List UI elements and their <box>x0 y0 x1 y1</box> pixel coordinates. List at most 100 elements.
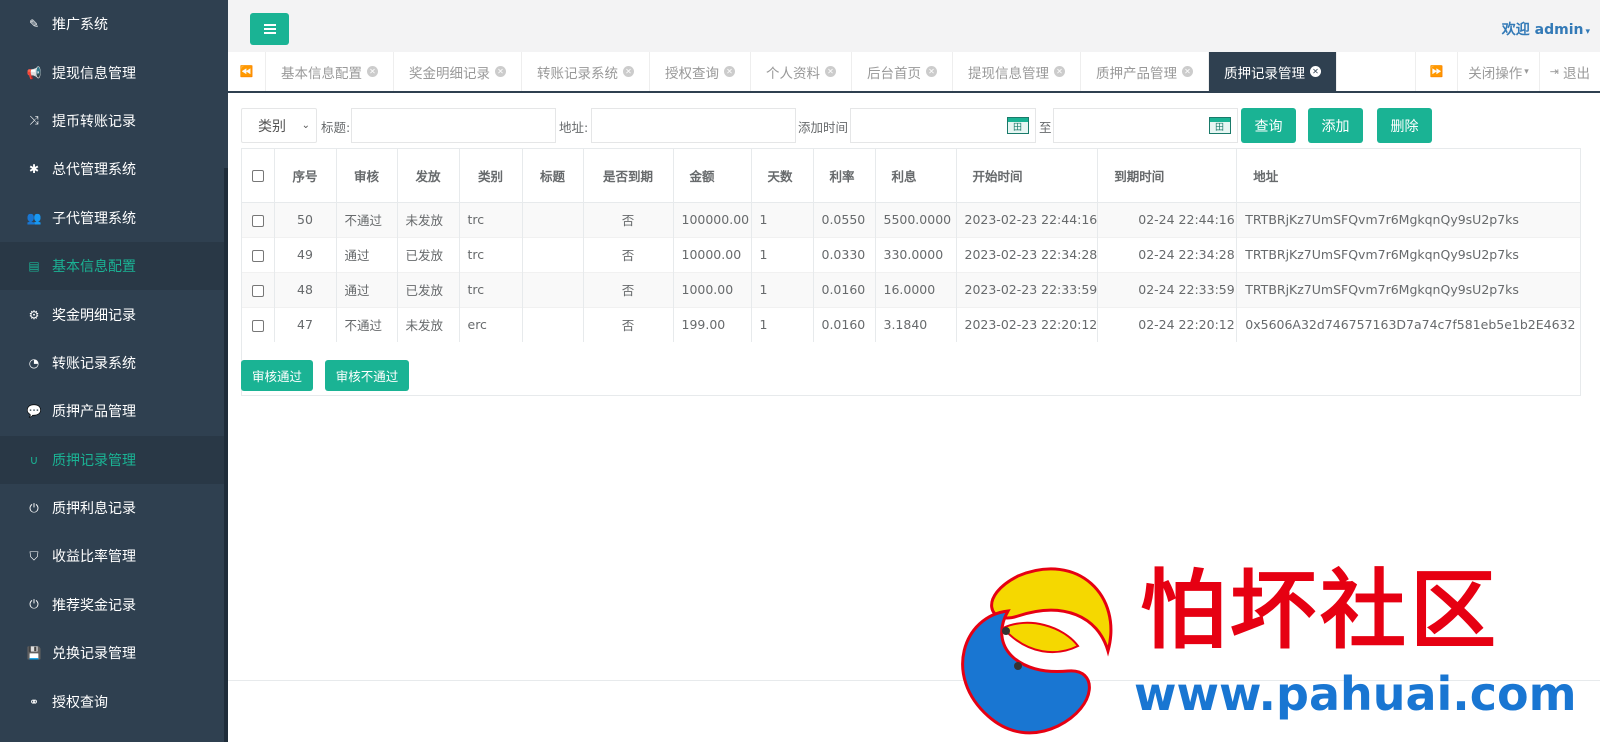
tabs-prev-icon[interactable]: ⏪ <box>228 52 266 91</box>
cell-address: TRTBRjKz7UmSFQvm7r6MgkqnQy9sU2p7ks <box>1236 236 1580 272</box>
save-icon: 💾 <box>26 646 42 661</box>
sidebar-item[interactable]: 📢 提现信息管理 <box>0 48 228 96</box>
table-row[interactable]: 48 通过 已发放 trc 否 1000.00 1 0.0160 16.0000 2023-02-… <box>242 271 1580 307</box>
row-checkbox[interactable] <box>251 319 264 332</box>
table-row[interactable]: 49 通过 已发放 trc 否 10000.00 1 0.0330 330.0000 2023-0… <box>242 236 1580 272</box>
tab[interactable]: 个人资料 ✕ <box>751 52 852 91</box>
welcome-text: 欢迎 admin <box>1501 22 1584 38</box>
menu-toggle-button[interactable] <box>250 13 289 45</box>
sidebar-item[interactable]: ⤨ 提币转账记录 <box>0 97 228 145</box>
tab[interactable]: 转账记录系统 ✕ <box>522 52 650 91</box>
table-row[interactable]: 47 不通过 未发放 erc 否 199.00 1 0.0160 3.1840 2023-02-2… <box>242 306 1580 342</box>
cell-issue: 未发放 <box>397 306 460 342</box>
category-select[interactable]: 类别 ⌄ <box>241 108 317 143</box>
sidebar-item[interactable]: ⏻ 推荐奖金记录 <box>0 581 228 629</box>
address-input[interactable] <box>591 108 796 143</box>
select-all-checkbox[interactable] <box>251 170 264 183</box>
hamburger-icon <box>263 24 276 34</box>
cell-days: 1 <box>751 271 814 307</box>
sidebar-item[interactable]: ▤ 基本信息配置 <box>0 241 228 291</box>
cell-interest: 330.0000 <box>875 236 957 272</box>
close-icon[interactable]: ✕ <box>495 66 506 77</box>
cell-title <box>522 306 584 342</box>
row-checkbox[interactable] <box>251 284 264 297</box>
close-icon[interactable]: ✕ <box>623 66 634 77</box>
sidebar-item[interactable]: 💾 兑换记录管理 <box>0 629 228 677</box>
shield-icon: ⛉ <box>29 548 39 563</box>
sidebar-item[interactable]: ⏻ 质押利息记录 <box>0 484 228 532</box>
close-icon[interactable]: ✕ <box>1054 66 1065 77</box>
binoculars-icon: ⚭ <box>28 694 40 709</box>
sidebar-item[interactable]: 💬 质押产品管理 <box>0 387 228 435</box>
tab[interactable]: 提现信息管理 ✕ <box>953 52 1081 91</box>
sidebar-item-label: 推广系统 <box>52 17 108 34</box>
row-select-cell <box>242 271 275 307</box>
approve-button[interactable]: 审核通过 <box>241 360 313 391</box>
calendar-icon[interactable] <box>1209 117 1231 134</box>
table-row[interactable]: 50 不通过 未发放 trc 否 100000.00 1 0.0550 5500.0000 202… <box>242 201 1580 237</box>
edit-icon: ✎ <box>28 17 40 32</box>
title-label: 标题: <box>321 120 351 135</box>
cell-amount: 10000.00 <box>673 236 752 272</box>
sidebar-item-label: 质押利息记录 <box>52 501 136 518</box>
title-input[interactable] <box>351 108 556 143</box>
sidebar-item[interactable]: ◔ 转账记录系统 <box>0 339 228 387</box>
cell-start: 2023-02-23 22:33:59 <box>956 271 1099 307</box>
random-icon: ⤨ <box>29 113 39 128</box>
sidebar-item[interactable]: ⚙ 奖金明细记录 <box>0 290 228 338</box>
add-button[interactable]: 添加 <box>1308 108 1363 143</box>
sidebar-item-label: 总代管理系统 <box>52 162 136 179</box>
row-checkbox[interactable] <box>251 214 264 227</box>
close-icon[interactable]: ✕ <box>1182 66 1193 77</box>
sidebar-item-label: 质押记录管理 <box>52 452 136 469</box>
close-ops-dropdown[interactable]: 关闭操作 ▾ <box>1457 52 1539 91</box>
logout-button[interactable]: ⇥ 退出 <box>1538 52 1600 91</box>
watermark-url: www.pahuai.com <box>1134 667 1577 721</box>
cell-expired: 否 <box>583 236 674 272</box>
tabs-right-tools: ⏩ 关闭操作 ▾ ⇥ 退出 <box>1415 52 1600 91</box>
close-icon[interactable]: ✕ <box>724 66 735 77</box>
tab[interactable]: 后台首页 ✕ <box>852 52 953 91</box>
cogs-icon: ⚙ <box>28 307 40 322</box>
query-button[interactable]: 查询 <box>1241 108 1296 143</box>
cell-start: 2023-02-23 22:20:12 <box>956 306 1099 342</box>
tab-label: 质押记录管理 <box>1224 65 1305 82</box>
cell-amount: 1000.00 <box>673 271 752 307</box>
tabs-next-icon[interactable]: ⏩ <box>1415 52 1457 91</box>
close-icon[interactable]: ✕ <box>825 66 836 77</box>
row-checkbox[interactable] <box>251 249 264 262</box>
sidebar-item[interactable]: ∪ 质押记录管理 <box>0 435 228 484</box>
column-header: 金额 <box>673 149 752 203</box>
close-icon[interactable]: ✕ <box>1310 66 1321 77</box>
tab-label: 奖金明细记录 <box>409 65 490 82</box>
close-icon[interactable]: ✕ <box>926 66 937 77</box>
logout-label: 退出 <box>1563 65 1590 82</box>
tab[interactable]: 奖金明细记录 ✕ <box>394 52 522 91</box>
column-header: 地址 <box>1236 149 1580 203</box>
tab[interactable]: 授权查询 ✕ <box>650 52 751 91</box>
sidebar-item[interactable]: ✱ 总代管理系统 <box>0 145 228 193</box>
tab[interactable]: 质押产品管理 ✕ <box>1081 52 1209 91</box>
cell-interest: 3.1840 <box>875 306 957 342</box>
sidebar-item[interactable]: ⛉ 收益比率管理 <box>0 532 228 580</box>
user-menu[interactable]: 欢迎 admin ▾ <box>1502 19 1590 39</box>
sidebar-item[interactable]: ✎ 推广系统 <box>0 0 228 48</box>
close-icon[interactable]: ✕ <box>367 66 378 77</box>
start-date-input[interactable] <box>850 108 1036 143</box>
sidebar-item[interactable]: ⚭ 授权查询 <box>0 677 228 725</box>
tab-label: 转账记录系统 <box>537 65 618 82</box>
cell-title <box>522 271 584 307</box>
magnet-icon: ∪ <box>29 452 39 467</box>
tab-label: 授权查询 <box>665 65 719 82</box>
tab[interactable]: 基本信息配置 ✕ <box>266 52 394 91</box>
sidebar-item[interactable]: 👥 子代管理系统 <box>0 194 228 242</box>
cell-audit: 不通过 <box>336 306 398 342</box>
watermark-title: 怕坏社区 <box>1140 561 1500 661</box>
calendar-icon[interactable] <box>1007 117 1029 134</box>
delete-button[interactable]: 删除 <box>1377 108 1432 143</box>
cell-amount: 100000.00 <box>673 201 752 237</box>
users-icon: 👥 <box>26 210 42 225</box>
reject-button[interactable]: 审核不通过 <box>325 360 409 391</box>
end-date-input[interactable] <box>1053 108 1238 143</box>
tab[interactable]: 质押记录管理 ✕ <box>1209 52 1337 91</box>
